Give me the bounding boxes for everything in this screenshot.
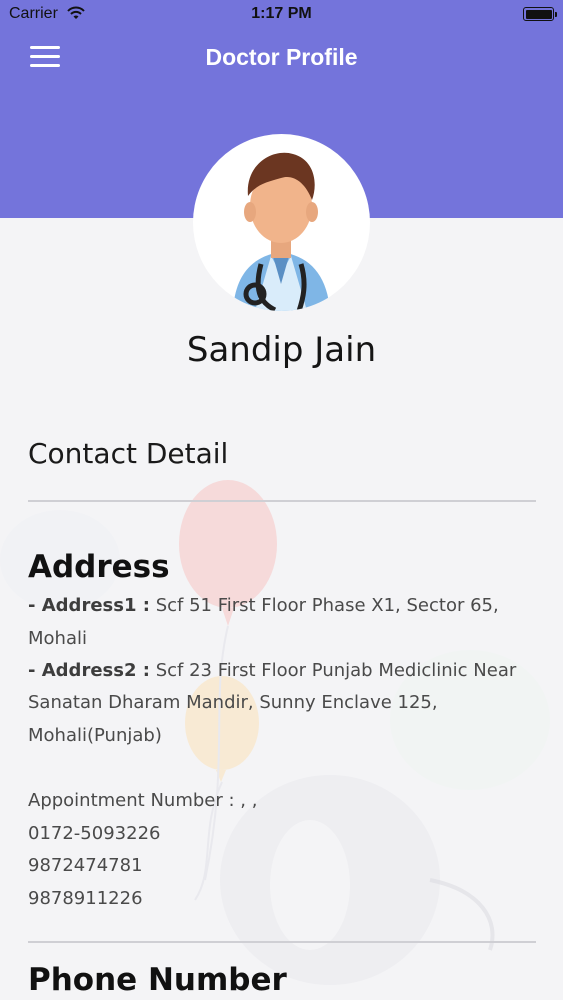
address2-value-line2: Sanatan Dharam Mandir, Sunny Enclave 125… — [28, 692, 438, 713]
phone-number-3[interactable]: 9878911226 — [28, 883, 543, 916]
status-time: 1:17 PM — [251, 5, 312, 22]
page-title: Doctor Profile — [205, 44, 358, 70]
phone-number-2[interactable]: 9872474781 — [28, 850, 543, 883]
address-heading: Address — [28, 549, 170, 585]
address2-label: - Address2 : — [28, 660, 150, 681]
divider — [28, 941, 536, 943]
address2-line: - Address2 : Scf 23 First Floor Punjab M… — [28, 655, 543, 688]
contact-detail-title: Contact Detail — [28, 437, 229, 470]
appointment-number-label: Appointment Number : , , — [28, 790, 258, 811]
doctor-avatar-icon — [193, 134, 370, 311]
phone-number-1[interactable]: 0172-5093226 — [28, 818, 543, 851]
address1-line: - Address1 : Scf 51 First Floor Phase X1… — [28, 590, 543, 655]
battery-icon — [523, 7, 557, 21]
status-bar: Carrier 1:17 PM — [0, 0, 563, 30]
doctor-name: Sandip Jain — [186, 330, 377, 370]
divider — [28, 500, 536, 502]
address2-value-line1: Scf 23 First Floor Punjab Mediclinic Nea… — [155, 660, 517, 681]
address1-label: - Address1 : — [28, 595, 150, 616]
phone-number-heading: Phone Number — [28, 962, 287, 998]
address2-value-line3: Mohali(Punjab) — [28, 725, 162, 746]
